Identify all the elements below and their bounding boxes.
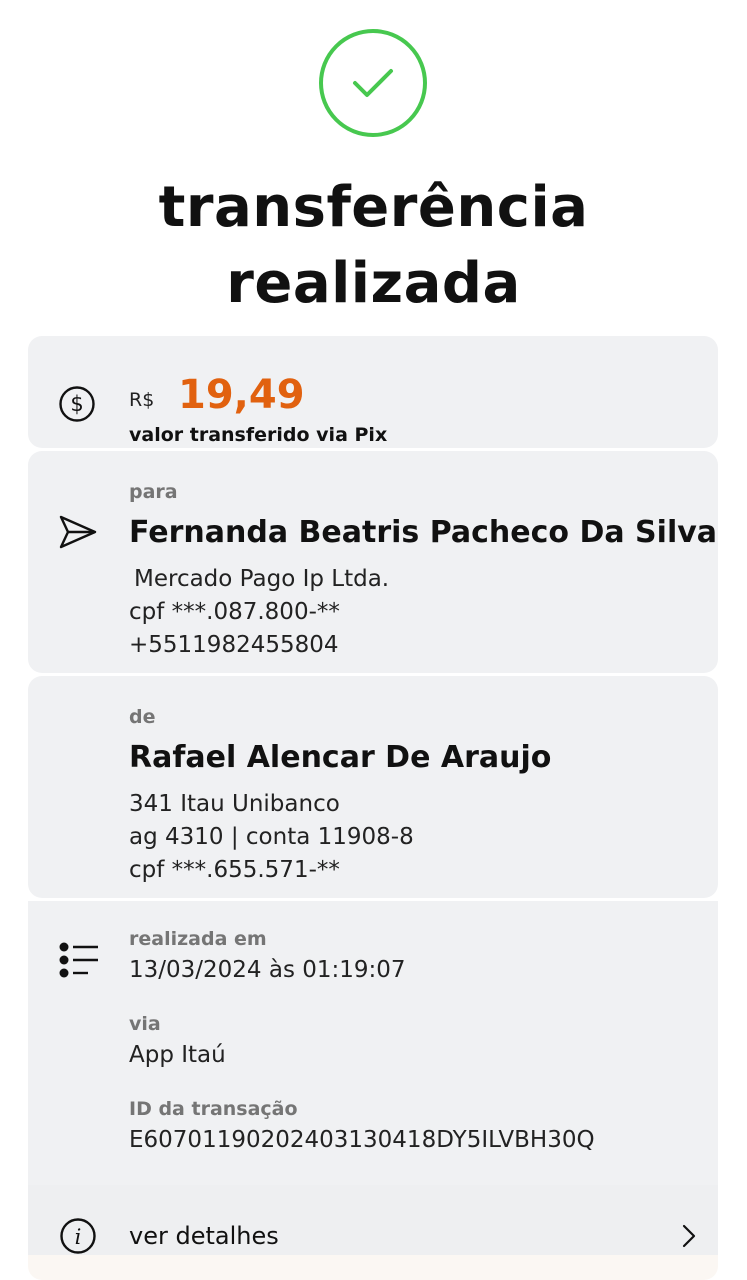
via-value: App Itaú — [129, 1042, 226, 1068]
recipient-institution: Mercado Pago Ip Ltda. — [134, 566, 390, 592]
recipient-cpf: cpf ***.087.800-** — [129, 599, 340, 625]
info-icon: i — [60, 1218, 96, 1254]
send-icon — [59, 515, 97, 549]
recipient-label: para — [129, 481, 178, 503]
list-icon — [59, 942, 98, 978]
chevron-right-icon — [682, 1224, 696, 1248]
sender-account: ag 4310 | conta 11908-8 — [129, 824, 414, 850]
svg-text:$: $ — [70, 392, 83, 416]
transfer-receipt-screen: transferência realizada $ R$ 19,49 valor… — [0, 0, 747, 1280]
transaction-id-label: ID da transação — [129, 1098, 298, 1120]
sender-bank: 341 Itau Unibanco — [129, 791, 340, 817]
date-label: realizada em — [129, 928, 267, 950]
currency-symbol: R$ — [129, 389, 155, 411]
recipient-phone: +5511982455804 — [129, 632, 339, 658]
sender-label: de — [129, 706, 156, 728]
title-line-2: realizada — [226, 251, 521, 316]
sender-name: Rafael Alencar De Araujo — [129, 740, 552, 775]
view-details-row[interactable]: i ver detalhes — [28, 1185, 718, 1255]
dollar-icon: $ — [59, 386, 95, 422]
amount-value: 19,49 — [178, 372, 305, 418]
amount-caption: valor transferido via Pix — [129, 424, 388, 446]
check-icon — [353, 69, 393, 97]
success-check-circle — [319, 29, 427, 137]
sender-cpf: cpf ***.655.571-** — [129, 857, 340, 883]
page-title: transferência realizada — [0, 170, 747, 322]
date-value: 13/03/2024 às 01:19:07 — [129, 957, 406, 983]
svg-text:i: i — [75, 1225, 82, 1249]
sender-card: de Rafael Alencar De Araujo 341 Itau Uni… — [28, 676, 718, 898]
card-bottom-edge — [28, 1255, 718, 1280]
transaction-id-value: E60701190202403130418DY5ILVBH30Q — [129, 1127, 595, 1153]
amount-card: $ R$ 19,49 valor transferido via Pix — [28, 336, 718, 448]
view-details-label: ver detalhes — [129, 1222, 279, 1250]
via-label: via — [129, 1013, 161, 1035]
title-line-1: transferência — [158, 175, 589, 240]
recipient-name: Fernanda Beatris Pacheco Da Silva — [129, 515, 718, 550]
recipient-card: para Fernanda Beatris Pacheco Da Silva M… — [28, 451, 718, 673]
